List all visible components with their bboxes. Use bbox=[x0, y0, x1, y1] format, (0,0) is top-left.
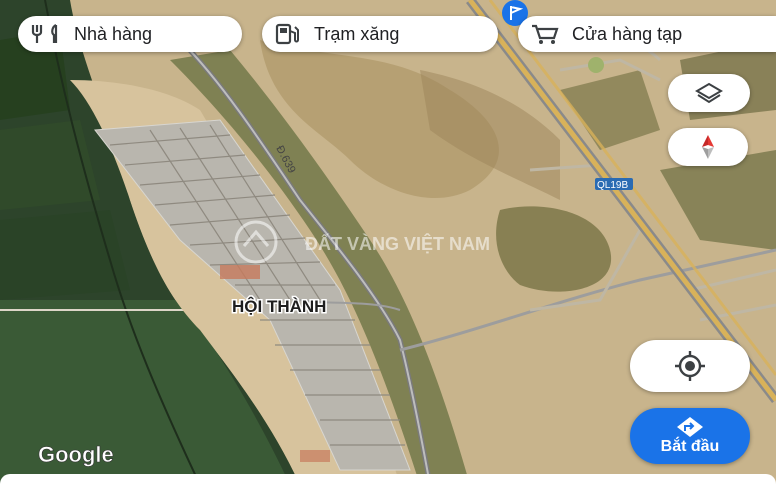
start-navigation-button[interactable]: Bắt đầu bbox=[630, 408, 750, 464]
chip-grocery[interactable]: Cửa hàng tạp bbox=[518, 16, 776, 52]
compass-icon bbox=[702, 135, 714, 159]
directions-icon bbox=[677, 417, 703, 437]
layers-button[interactable] bbox=[668, 74, 750, 112]
compass-button[interactable] bbox=[668, 128, 748, 166]
chip-restaurant-label: Nhà hàng bbox=[74, 23, 153, 44]
watermark-text: ĐẤT VÀNG VIỆT NAM bbox=[305, 233, 490, 254]
chip-gas-station[interactable]: Trạm xăng bbox=[262, 16, 498, 52]
my-location-button[interactable] bbox=[630, 340, 750, 392]
google-logo: Google bbox=[38, 442, 114, 467]
my-location-icon bbox=[675, 351, 705, 381]
chip-gas-station-label: Trạm xăng bbox=[314, 23, 400, 44]
road-label-ql19b: QL19B bbox=[597, 180, 628, 191]
start-button-label: Bắt đầu bbox=[660, 438, 720, 455]
layers-icon bbox=[695, 82, 723, 104]
cart-icon bbox=[532, 24, 559, 44]
gas-station-icon bbox=[275, 23, 299, 45]
place-label: HỘI THÀNH bbox=[232, 297, 326, 316]
chip-grocery-label: Cửa hàng tạp bbox=[572, 23, 683, 44]
chip-restaurant[interactable]: Nhà hàng bbox=[18, 16, 242, 52]
bottom-sheet-handle[interactable] bbox=[0, 474, 776, 485]
restaurant-icon bbox=[31, 24, 58, 43]
